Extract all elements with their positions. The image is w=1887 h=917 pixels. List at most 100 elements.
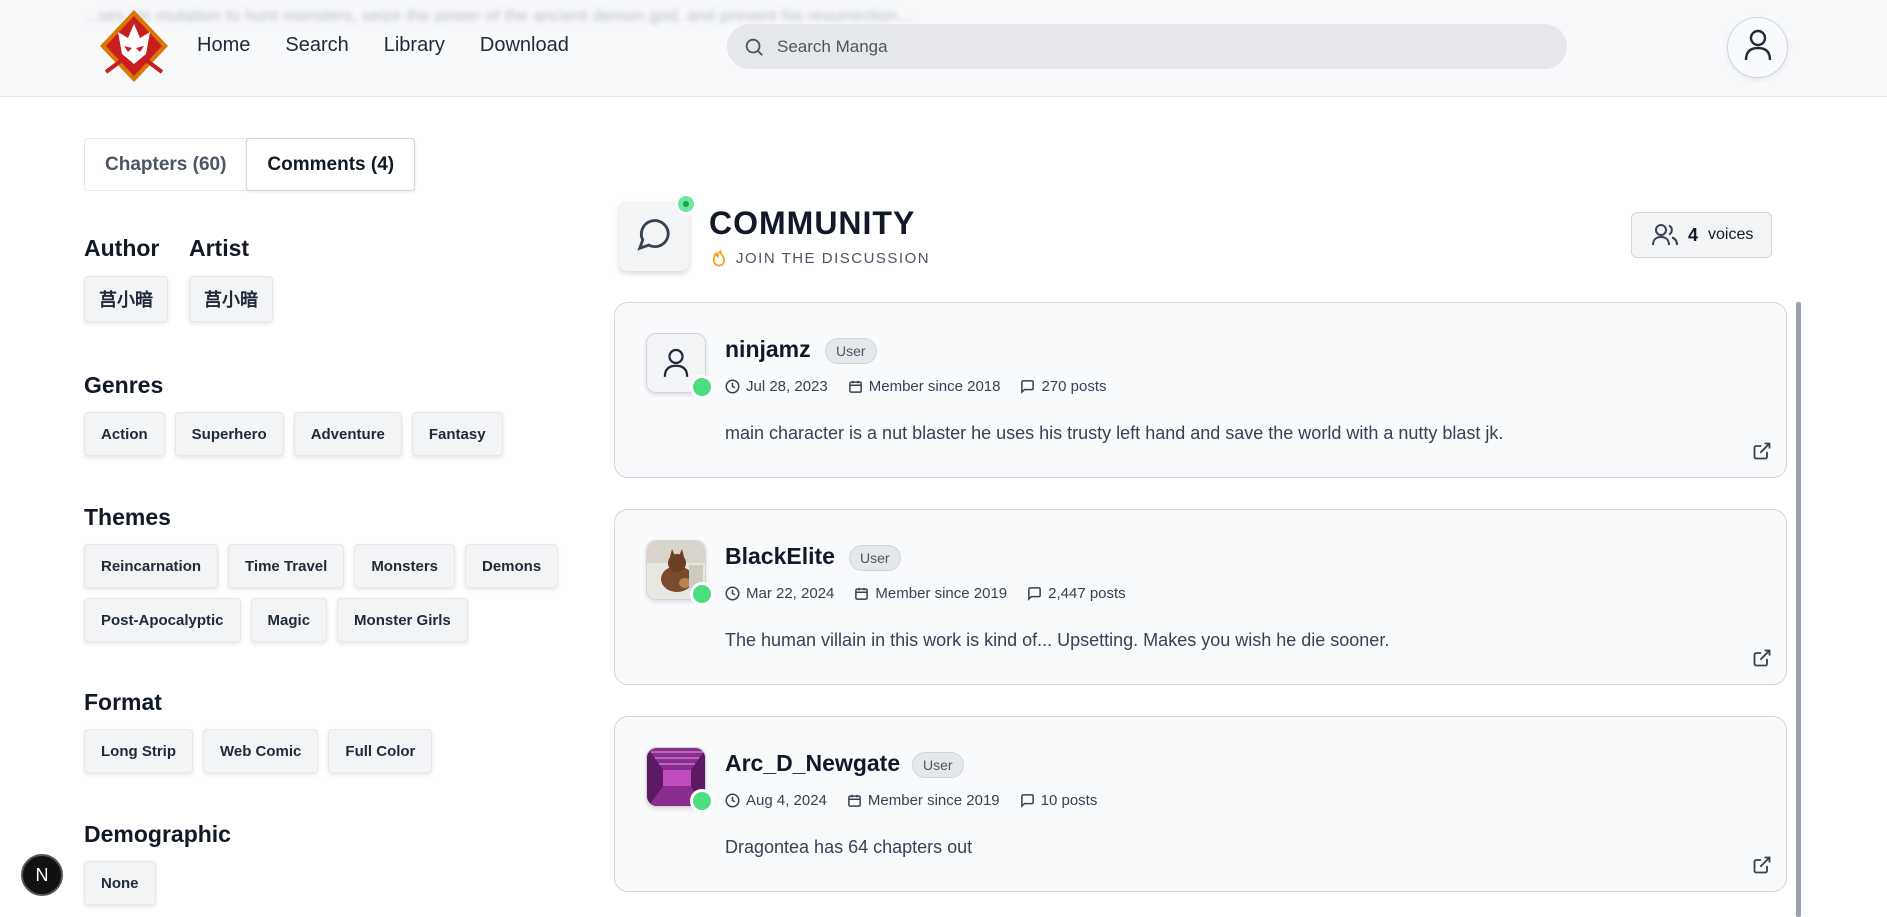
nav-download-link[interactable]: Download [480, 34, 569, 57]
format-chip[interactable]: Full Color [328, 729, 433, 773]
content-tabs: Chapters (60) Comments (4) [84, 138, 416, 191]
theme-chip[interactable]: Magic [250, 598, 328, 642]
post-count: 2,447 posts [1048, 585, 1126, 602]
format-chip[interactable]: Long Strip [84, 729, 193, 773]
theme-chips: Reincarnation Time Travel Monsters Demon… [84, 544, 564, 642]
comment-text: main character is a nut blaster he uses … [725, 423, 1504, 443]
theme-chip[interactable]: Time Travel [228, 544, 345, 588]
format-heading: Format [84, 689, 162, 715]
comment-username[interactable]: ninjamz [725, 336, 811, 363]
genre-chip[interactable]: Adventure [293, 412, 402, 456]
search-icon [743, 36, 765, 58]
genre-chip[interactable]: Superhero [174, 412, 284, 456]
member-since: Member since 2018 [868, 378, 1001, 395]
member-since: Member since 2019 [867, 792, 1000, 809]
avatar[interactable] [646, 540, 714, 606]
chat-bubble-icon [635, 215, 673, 258]
main-nav: Home Search Library Download [197, 34, 569, 57]
comments-scrollbar[interactable] [1796, 302, 1801, 917]
format-chip[interactable]: Web Comic [203, 729, 319, 773]
community-title: COMMUNITY [709, 205, 916, 241]
genre-chip[interactable]: Action [84, 412, 165, 456]
format-chips: Long Strip Web Comic Full Color [84, 729, 433, 773]
theme-chip[interactable]: Demons [465, 544, 559, 588]
comment-card: Arc_D_Newgate User Aug 4, 2024 Member si… [614, 716, 1787, 892]
demographic-chips: None [84, 861, 156, 905]
top-header: ...ses his mutation to hunt monsters, se… [0, 0, 1887, 97]
site-logo[interactable] [98, 8, 170, 84]
comment-meta: Mar 22, 2024 Member since 2019 2,447 pos… [725, 585, 1146, 602]
comment-text: The human villain in this work is kind o… [725, 630, 1390, 650]
community-subtitle: JOIN THE DISCUSSION [710, 248, 930, 268]
comment-date: Jul 28, 2023 [746, 378, 828, 395]
avatar[interactable] [646, 333, 714, 399]
genre-chip[interactable]: Fantasy [411, 412, 503, 456]
default-user-icon [663, 348, 689, 378]
external-link-icon[interactable] [1752, 855, 1772, 875]
comment-date: Aug 4, 2024 [746, 792, 827, 809]
comment-meta: Jul 28, 2023 Member since 2018 270 posts [725, 378, 1127, 395]
comment-card: BlackElite User Mar 22, 2024 Member sinc… [614, 509, 1787, 685]
flame-icon [710, 248, 728, 268]
calendar-icon [848, 794, 861, 807]
users-icon [1652, 223, 1678, 247]
demographic-heading: Demographic [84, 821, 231, 847]
community-badge [619, 193, 697, 271]
artist-chip[interactable]: 莒小暗 [189, 276, 273, 322]
search-input[interactable] [777, 36, 1537, 57]
comment-meta: Aug 4, 2024 Member since 2019 10 posts [725, 792, 1117, 809]
role-badge: User [825, 338, 877, 364]
online-indicator [675, 193, 697, 215]
message-icon [1021, 380, 1035, 394]
artist-heading: Artist [189, 235, 250, 261]
online-indicator [690, 582, 714, 606]
theme-chip[interactable]: Monster Girls [337, 598, 468, 642]
post-count: 270 posts [1041, 378, 1107, 395]
comment-text: Dragontea has 64 chapters out [725, 837, 973, 857]
comment-username[interactable]: BlackElite [725, 543, 835, 570]
theme-chip[interactable]: Monsters [354, 544, 455, 588]
role-badge: User [912, 752, 964, 778]
user-icon [1744, 29, 1772, 66]
role-badge: User [849, 545, 901, 571]
external-link-icon[interactable] [1752, 441, 1772, 461]
comment-card: ninjamz User Jul 28, 2023 Member since 2… [614, 302, 1787, 478]
voices-count-badge: 4 voices [1631, 212, 1772, 258]
online-indicator [690, 375, 714, 399]
post-count: 10 posts [1040, 792, 1098, 809]
comment-username[interactable]: Arc_D_Newgate [725, 750, 900, 777]
author-chips: 莒小暗 [84, 276, 168, 322]
community-subtitle-text: JOIN THE DISCUSSION [736, 249, 931, 267]
nav-library-link[interactable]: Library [384, 34, 445, 57]
demographic-chip[interactable]: None [84, 861, 156, 905]
tab-chapters[interactable]: Chapters (60) [85, 139, 246, 190]
themes-heading: Themes [84, 504, 171, 530]
voices-count: 4 [1688, 224, 1699, 245]
clock-icon [725, 379, 740, 394]
genres-heading: Genres [84, 372, 164, 398]
artist-chips: 莒小暗 [189, 276, 273, 322]
author-heading: Author [84, 235, 160, 261]
calendar-icon [848, 380, 862, 393]
user-menu-button[interactable] [1727, 17, 1788, 78]
clock-icon [725, 793, 740, 808]
online-indicator [690, 789, 714, 813]
nav-search-link[interactable]: Search [285, 34, 348, 57]
nav-home-link[interactable]: Home [197, 34, 250, 57]
message-icon [1020, 794, 1034, 808]
avatar[interactable] [646, 747, 714, 813]
search-bar[interactable] [727, 24, 1567, 69]
comment-date: Mar 22, 2024 [746, 585, 835, 602]
theme-chip[interactable]: Reincarnation [84, 544, 219, 588]
voices-label: voices [1708, 226, 1754, 243]
clock-icon [725, 586, 740, 601]
tab-comments[interactable]: Comments (4) [246, 138, 416, 191]
calendar-icon [855, 587, 869, 600]
member-since: Member since 2019 [875, 585, 1008, 602]
author-chip[interactable]: 莒小暗 [84, 276, 168, 322]
theme-chip[interactable]: Post-Apocalyptic [84, 598, 241, 642]
dev-tools-button[interactable]: N [21, 854, 63, 896]
external-link-icon[interactable] [1752, 648, 1772, 668]
message-icon [1028, 587, 1041, 601]
genre-chips: Action Superhero Adventure Fantasy [84, 412, 544, 456]
